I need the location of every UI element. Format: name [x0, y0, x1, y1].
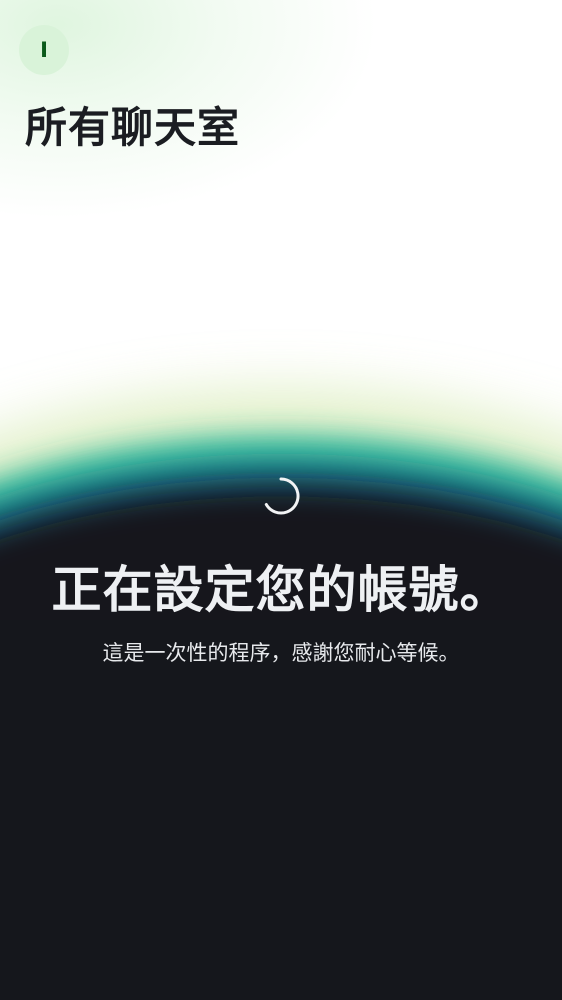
- setup-subtitle: 這是一次性的程序，感謝您耐心等候。: [102, 641, 460, 665]
- user-avatar[interactable]: I: [19, 25, 69, 75]
- loading-spinner-icon: [264, 477, 300, 515]
- app-screen: I 所有聊天室 正在設定您的帳號。 這是一次性的程序，感謝您耐心等候。: [0, 0, 562, 1000]
- page-title: 所有聊天室: [25, 103, 241, 152]
- setup-title: 正在設定您的帳號。: [51, 561, 511, 619]
- avatar-initial: I: [40, 38, 48, 62]
